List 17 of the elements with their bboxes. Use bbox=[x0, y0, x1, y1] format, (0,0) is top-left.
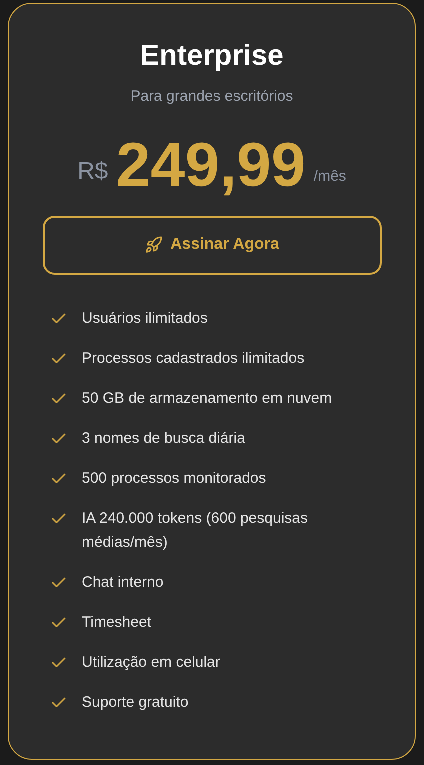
price-amount: 249,99 bbox=[116, 134, 306, 196]
feature-text: 3 nomes de busca diária bbox=[82, 428, 246, 448]
plan-subtitle: Para grandes escritórios bbox=[130, 87, 294, 107]
feature-text: IA 240.000 tokens (600 pesquisas médias/mês) bbox=[82, 508, 309, 552]
feature-text: Usuários ilimitados bbox=[82, 308, 208, 328]
rocket-icon bbox=[144, 236, 163, 254]
subscribe-button[interactable]: Assinar Agora bbox=[42, 216, 382, 274]
feature-text: Suporte gratuito bbox=[82, 692, 189, 712]
currency-label: R$ bbox=[78, 156, 108, 186]
period-label: /mês bbox=[314, 167, 346, 187]
plan-title: Enterprise bbox=[140, 39, 284, 74]
feature-text: 500 processos monitorados bbox=[82, 468, 266, 488]
feature-text: 50 GB de armazenamento em nuvem bbox=[82, 388, 332, 408]
feature-text: Chat interno bbox=[82, 572, 164, 592]
feature-text: Timesheet bbox=[82, 612, 152, 632]
feature-text: Utilização em celular bbox=[82, 652, 220, 672]
feature-text: Processos cadastrados ilimitados bbox=[82, 348, 305, 368]
